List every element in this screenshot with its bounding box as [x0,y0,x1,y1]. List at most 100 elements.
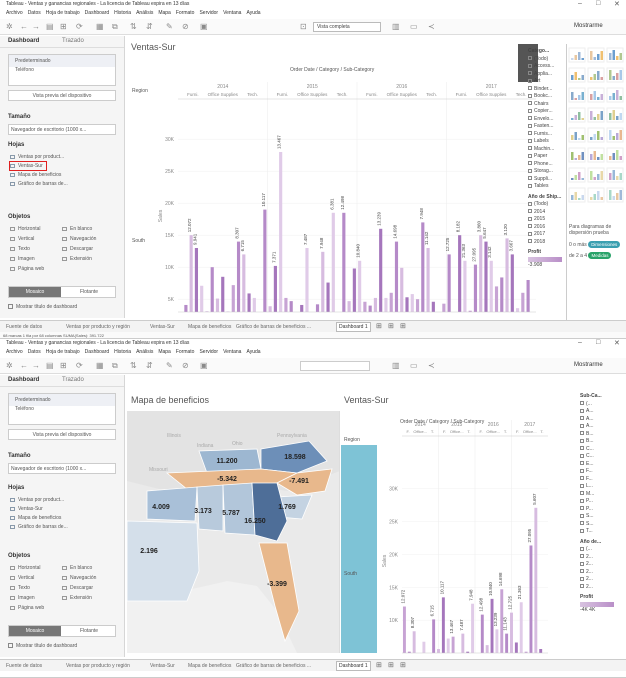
new-sheet-icon[interactable]: ▦ [96,22,104,31]
sales-bar[interactable] [363,301,367,312]
tab-dashboard[interactable]: Dashboard [8,377,39,383]
sheet-tab[interactable]: Fuente de datos [6,324,42,330]
object-horizontal[interactable]: Horizontal [10,565,41,571]
sales-bar[interactable] [412,631,416,653]
tiled-button[interactable]: Mosaico [9,626,61,636]
object-navigation[interactable]: Navegación [62,236,96,242]
tableau-logo-icon[interactable]: ✲ [6,361,13,370]
sales-bar[interactable] [373,297,378,312]
sales-bar[interactable] [273,265,277,312]
menu-item[interactable]: Datos [28,10,41,16]
highlight-icon[interactable]: ✎ [166,22,173,31]
sheet-tab[interactable]: Ventas-Sur [150,324,175,330]
object-blank[interactable]: En blanco [62,226,92,232]
object-extension[interactable]: Extensión [62,256,92,262]
sales-bar[interactable] [432,619,436,653]
size-dropdown[interactable]: Navegador de escritorio (1000 x... [8,124,116,135]
filter-checkbox[interactable]: Fasten... [528,123,568,131]
close-icon[interactable]: ✕ [614,0,620,8]
floating-button[interactable]: Flotante [63,626,115,636]
object-horizontal[interactable]: Horizontal [10,226,41,232]
new-story-icon[interactable]: ⊞ [400,322,406,330]
filter-checkbox[interactable]: Art [528,78,568,86]
object-navigation[interactable]: Navegación [62,575,96,581]
filter-checkbox[interactable]: B... [580,431,624,439]
object-download[interactable]: Descargar [62,246,93,252]
filter-checkbox[interactable]: 2014 [528,209,568,217]
filter-checkbox[interactable]: Machin... [528,146,568,154]
sales-bar[interactable] [426,248,430,312]
filter-checkbox[interactable]: Bookc... [528,93,568,101]
filter-checkbox[interactable]: M... [580,491,624,499]
filter-checkbox[interactable]: 2016 [528,224,568,232]
sheet-tab[interactable]: Mapa de beneficios [188,324,231,330]
forward-icon[interactable]: → [32,22,40,31]
object-blank[interactable]: En blanco [62,565,92,571]
sales-bar[interactable] [315,304,320,312]
show-me-button[interactable]: Mostrarme [574,362,603,368]
sales-bar[interactable] [463,260,467,312]
sales-bar[interactable] [389,292,393,312]
sheet-tab[interactable]: Ventas por producto y región [66,663,130,669]
sales-bar[interactable] [221,276,225,312]
filter-checkbox[interactable]: Suppli... [528,176,568,184]
filter-checkbox[interactable]: T... [580,528,624,536]
sales-bar[interactable] [305,248,309,312]
filter-checkbox[interactable]: 2... [580,576,624,584]
new-sheet-icon[interactable]: ▦ [96,361,104,370]
filter-checkbox[interactable]: Access... [528,63,568,71]
menu-item[interactable]: Servidor [199,10,218,16]
back-icon[interactable]: ← [20,22,28,31]
swap-icon[interactable]: ⇅ [130,22,137,31]
menu-item[interactable]: Historia [114,349,131,355]
highlight-icon[interactable]: ✎ [166,361,173,370]
sales-bar[interactable] [242,254,246,312]
device-preview-button[interactable]: Vista previa del dispositivo [8,90,116,101]
save-icon[interactable]: ▤ [46,361,54,370]
device-phone[interactable]: Teléfono [9,406,115,412]
presentation-icon[interactable]: ▭ [410,22,418,31]
sales-bar[interactable] [289,301,293,312]
maximize-icon[interactable]: □ [596,339,600,346]
sales-bar[interactable] [510,254,514,312]
sales-bar[interactable] [189,235,193,312]
sales-bar[interactable] [500,277,504,312]
sales-bar[interactable] [422,641,426,653]
sales-bar[interactable] [415,299,420,312]
filter-checkbox[interactable]: Storag... [528,168,568,176]
filter-checkbox[interactable]: 2018 [528,239,568,247]
sales-bar[interactable] [394,241,399,312]
sales-bar[interactable] [471,603,475,653]
pin-icon[interactable]: ⊘ [182,361,189,370]
sheet-item[interactable]: Gráfico de barras de... [10,524,68,530]
minimize-icon[interactable]: – [578,339,582,346]
sales-bar[interactable] [515,308,520,312]
filter-checkbox[interactable]: Phone... [528,161,568,169]
menu-item[interactable]: Dashboard [85,10,109,16]
sales-bar[interactable] [505,633,509,653]
filter-checkbox[interactable]: Applia... [528,71,568,79]
tableau-logo-icon[interactable]: ✲ [6,22,13,31]
sheet-item[interactable]: Ventas por product... [10,154,64,160]
size-dropdown[interactable]: Navegador de escritorio (1000 x... [8,463,116,474]
object-text[interactable]: Texto [10,585,30,591]
menu-item[interactable]: Análisis [136,349,153,355]
menu-item[interactable]: Ventana [223,349,241,355]
sales-bar[interactable] [489,260,493,312]
filter-checkbox[interactable]: F... [580,468,624,476]
sales-bar[interactable] [526,280,530,312]
sheet-item[interactable]: Gráfico de barras de... [10,181,68,187]
sales-bar[interactable] [405,297,409,312]
new-dashboard-icon[interactable]: ⊞ [388,661,394,669]
filter-checkbox[interactable]: S... [580,521,624,529]
sheet-item[interactable]: Ventas-Sur [10,506,43,512]
sales-bar[interactable] [200,285,204,312]
sheet-tab[interactable]: Mapa de beneficios [188,663,231,669]
menu-item[interactable]: Análisis [136,10,153,16]
object-download[interactable]: Descargar [62,585,93,591]
filter-checkbox[interactable]: S... [580,513,624,521]
tab-trazado[interactable]: Trazado [62,377,84,383]
filter-checkbox[interactable]: (Todo) [528,56,568,64]
duplicate-icon[interactable]: ⧉ [112,22,118,32]
fit-dropdown[interactable] [300,361,370,371]
